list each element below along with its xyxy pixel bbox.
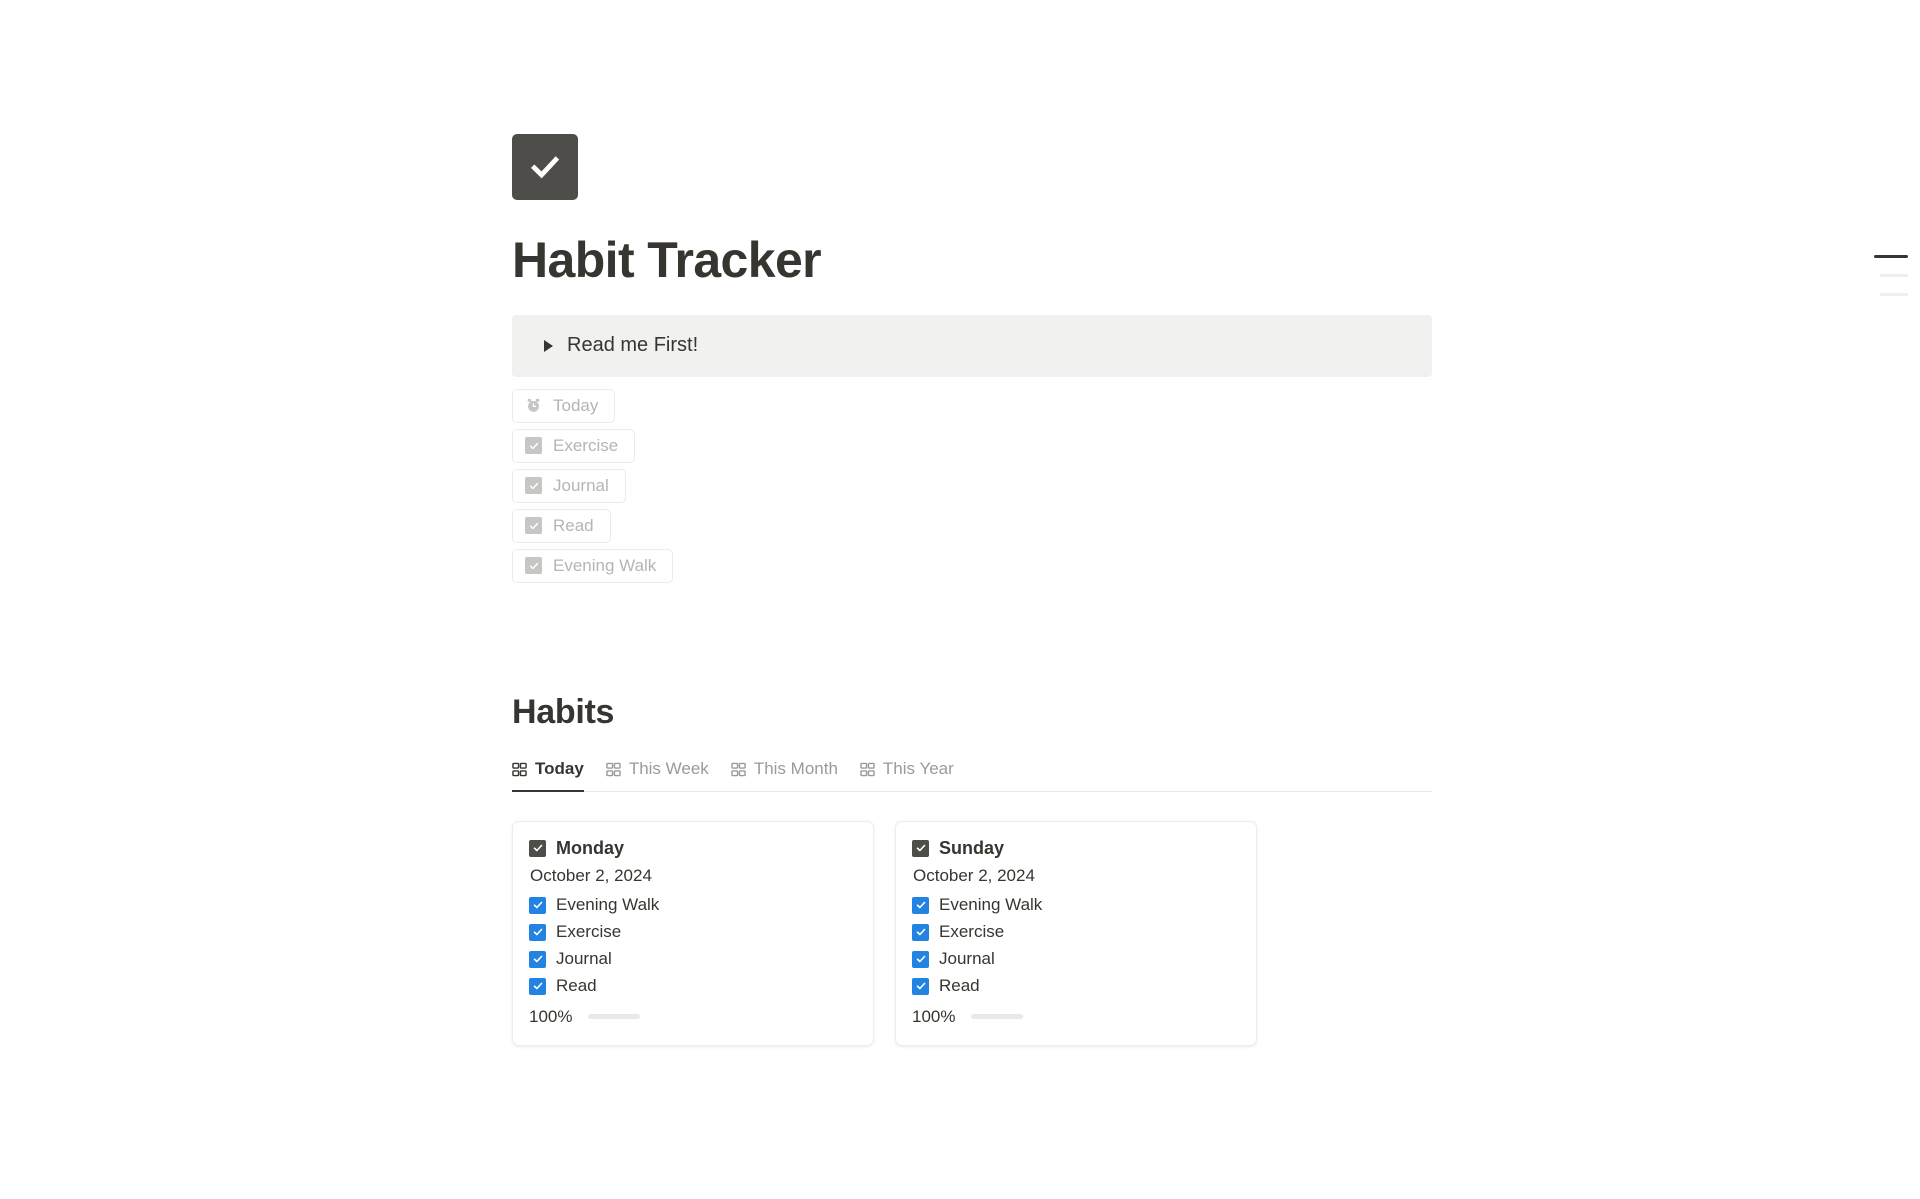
habit-checkbox-icon[interactable] <box>529 977 546 995</box>
chip-label: Exercise <box>553 435 619 455</box>
habits-section-title: Habits <box>512 692 615 731</box>
checkbox-icon <box>525 517 542 534</box>
card-date: October 2, 2024 <box>530 865 652 885</box>
gallery-grid-icon <box>606 762 621 777</box>
tab-label: This Week <box>628 759 709 778</box>
habit-checkbox-icon[interactable] <box>912 923 929 941</box>
habit-row[interactable]: Journal <box>912 946 1240 973</box>
habit-label: Exercise <box>939 922 1005 941</box>
card-title: Sunday <box>939 837 1005 858</box>
habit-label: Exercise <box>556 922 622 941</box>
card-header: Sunday <box>912 838 1240 859</box>
chip-today[interactable]: Today <box>512 388 616 423</box>
chip-evening-walk[interactable]: Evening Walk <box>512 548 674 583</box>
page-icon[interactable] <box>512 134 578 200</box>
read-me-first-label: Read me First! <box>567 334 699 356</box>
habit-checkbox-icon[interactable] <box>912 977 929 995</box>
tab-today[interactable]: Today <box>512 754 584 792</box>
habit-label: Read <box>556 976 597 995</box>
card-title: Monday <box>556 837 625 858</box>
habit-label: Journal <box>556 949 612 968</box>
progress-percent-label: 100% <box>529 1006 573 1026</box>
habit-checkbox-icon[interactable] <box>529 950 546 968</box>
outline-item[interactable] <box>1874 255 1908 258</box>
progress-bar <box>971 1014 1024 1019</box>
habit-row[interactable]: Evening Walk <box>529 892 857 919</box>
chip-label: Today <box>553 395 599 415</box>
habit-row[interactable]: Exercise <box>529 919 857 946</box>
chip-label: Evening Walk <box>553 555 657 575</box>
habits-view-tabs: Today This Week This Month This Year <box>512 754 1432 792</box>
habit-tracker-page: Habit Tracker Read me First! Today Exerc… <box>0 0 1920 1199</box>
card-header: Monday <box>529 838 857 859</box>
gallery-grid-icon <box>731 762 746 777</box>
habit-checkbox-icon[interactable] <box>912 950 929 968</box>
habit-label: Evening Walk <box>939 895 1043 914</box>
habit-row[interactable]: Read <box>529 973 857 1000</box>
checkbox-icon <box>525 557 542 574</box>
card-date: October 2, 2024 <box>913 865 1035 885</box>
table-of-contents-rail[interactable] <box>1874 255 1912 312</box>
tab-label: Today <box>535 759 584 778</box>
card-title-checkbox-icon[interactable] <box>912 839 929 857</box>
habit-row[interactable]: Read <box>912 973 1240 1000</box>
chip-label: Journal <box>553 475 609 495</box>
checkbox-icon <box>525 477 542 494</box>
chip-read[interactable]: Read <box>512 508 611 543</box>
tab-label: This Year <box>882 759 954 778</box>
tab-this-month[interactable]: This Month <box>731 754 838 791</box>
chip-row: Journal <box>512 463 1432 503</box>
card-title-checkbox-icon[interactable] <box>529 839 546 857</box>
progress-percent-label: 100% <box>912 1006 956 1026</box>
outline-item[interactable] <box>1880 293 1908 296</box>
habit-checkbox-icon[interactable] <box>529 923 546 941</box>
habit-checkbox-icon[interactable] <box>529 896 546 914</box>
alarm-clock-icon <box>525 397 542 414</box>
progress-row: 100% <box>912 1007 1240 1027</box>
checkbox-icon <box>525 437 542 454</box>
outline-item[interactable] <box>1880 274 1908 277</box>
placeholder-chip-list: Today Exercise Journal Read Evening Walk <box>512 383 1432 583</box>
habit-cards-gallery: Monday October 2, 2024 Evening Walk Exer… <box>512 820 1432 1046</box>
gallery-grid-icon <box>512 762 527 777</box>
tab-label: This Month <box>753 759 838 778</box>
gallery-grid-icon <box>860 762 875 777</box>
chip-row: Read <box>512 503 1432 543</box>
habit-label: Evening Walk <box>556 895 660 914</box>
tab-this-week[interactable]: This Week <box>606 754 709 791</box>
chip-journal[interactable]: Journal <box>512 468 626 503</box>
habit-row[interactable]: Journal <box>529 946 857 973</box>
toggle-triangle-icon[interactable] <box>544 339 553 352</box>
read-me-first-toggle[interactable]: Read me First! <box>512 314 1432 377</box>
habit-card-monday[interactable]: Monday October 2, 2024 Evening Walk Exer… <box>512 820 874 1046</box>
progress-row: 100% <box>529 1007 857 1027</box>
habit-card-sunday[interactable]: Sunday October 2, 2024 Evening Walk Exer… <box>895 820 1257 1046</box>
habit-label: Journal <box>939 949 995 968</box>
habit-row[interactable]: Exercise <box>912 919 1240 946</box>
habit-label: Read <box>939 976 980 995</box>
page-title: Habit Tracker <box>512 232 822 288</box>
chip-label: Read <box>553 515 594 535</box>
chip-row: Evening Walk <box>512 543 1432 583</box>
tab-this-year[interactable]: This Year <box>860 754 954 791</box>
chip-row: Today <box>512 383 1432 423</box>
checkmark-icon <box>528 150 562 184</box>
habit-row[interactable]: Evening Walk <box>912 892 1240 919</box>
habit-checkbox-icon[interactable] <box>912 896 929 914</box>
chip-row: Exercise <box>512 423 1432 463</box>
progress-bar <box>588 1014 641 1019</box>
chip-exercise[interactable]: Exercise <box>512 428 636 463</box>
page-content-column: Habit Tracker Read me First! Today Exerc… <box>512 0 1432 1046</box>
